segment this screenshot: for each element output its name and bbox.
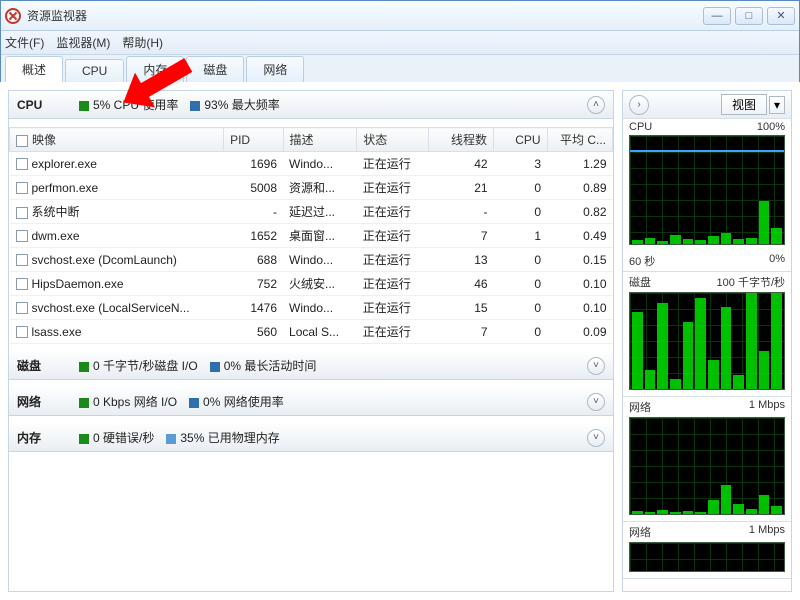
expand-icon[interactable]: ˅	[587, 357, 605, 375]
graph-canvas	[629, 417, 785, 515]
cpu-usage-indicator: 5% CPU 使用率	[79, 96, 178, 113]
checkbox-icon[interactable]	[16, 326, 28, 338]
table-row[interactable]: svchost.exe (LocalServiceN...1476Windo..…	[10, 296, 613, 320]
disk-activity-indicator: 0% 最长活动时间	[210, 357, 317, 374]
tab-cpu[interactable]: CPU	[65, 59, 124, 82]
square-icon	[79, 101, 89, 111]
network-section-title: 网络	[17, 393, 67, 410]
menu-help[interactable]: 帮助(H)	[122, 34, 163, 51]
square-icon	[79, 434, 89, 444]
graph-label: 磁盘	[629, 274, 651, 290]
window-title: 资源监视器	[27, 7, 87, 24]
graph-label: 网络	[629, 524, 651, 540]
window-titlebar: 资源监视器 — □ ✕	[1, 1, 799, 31]
network-io-indicator: 0 Kbps 网络 I/O	[79, 393, 177, 410]
left-column: CPU 5% CPU 使用率 93% 最大频率 ˄ 映像 PID 描述 状态 线…	[8, 90, 614, 592]
close-button[interactable]: ✕	[767, 7, 795, 25]
graph-scale: 100 千字节/秒	[717, 274, 785, 290]
checkbox-icon[interactable]	[16, 254, 28, 266]
tab-network[interactable]: 网络	[246, 56, 304, 82]
memory-physical-indicator: 35% 已用物理内存	[166, 429, 279, 446]
tab-bar: 概述 CPU 内存 磁盘 网络	[1, 55, 799, 83]
dropdown-icon[interactable]: ▾	[769, 96, 785, 114]
graph-scale: 1 Mbps	[749, 524, 785, 540]
checkbox-icon[interactable]	[16, 207, 28, 219]
graph-footer-left: 60 秒	[629, 253, 655, 269]
graphs-container: CPU 100% 60 秒 0% 磁盘 100 千字节/秒 网络 1 Mbps	[623, 119, 791, 591]
square-icon	[190, 101, 200, 111]
table-row[interactable]: dwm.exe1652桌面窗...正在运行710.49	[10, 224, 613, 248]
checkbox-icon[interactable]	[16, 182, 28, 194]
checkbox-icon[interactable]	[16, 135, 28, 147]
graph-label: 网络	[629, 399, 651, 415]
tab-disk[interactable]: 磁盘	[186, 56, 244, 82]
content-area: CPU 5% CPU 使用率 93% 最大频率 ˄ 映像 PID 描述 状态 线…	[0, 82, 800, 600]
checkbox-icon[interactable]	[16, 230, 28, 242]
graph-canvas	[629, 292, 785, 390]
memory-section-header[interactable]: 内存 0 硬错误/秒 35% 已用物理内存 ˅	[9, 424, 613, 452]
col-desc[interactable]: 描述	[283, 128, 357, 152]
col-status[interactable]: 状态	[357, 128, 428, 152]
disk-io-indicator: 0 千字节/秒磁盘 I/O	[79, 357, 198, 374]
cpu-section-header[interactable]: CPU 5% CPU 使用率 93% 最大频率 ˄	[9, 91, 613, 119]
cpu-freq-indicator: 93% 最大频率	[190, 96, 279, 113]
col-threads[interactable]: 线程数	[428, 128, 493, 152]
table-row[interactable]: HipsDaemon.exe752火绒安...正在运行4600.10	[10, 272, 613, 296]
network-section-header[interactable]: 网络 0 Kbps 网络 I/O 0% 网络使用率 ˅	[9, 388, 613, 416]
graph-canvas	[629, 135, 785, 245]
square-icon	[79, 398, 89, 408]
graph-scale: 1 Mbps	[749, 399, 785, 415]
expand-icon[interactable]: ˅	[587, 393, 605, 411]
tab-overview[interactable]: 概述	[5, 56, 63, 82]
cpu-table-wrap: 映像 PID 描述 状态 线程数 CPU 平均 C... explorer.ex…	[9, 127, 613, 344]
checkbox-icon[interactable]	[16, 278, 28, 290]
cpu-section-title: CPU	[17, 98, 67, 112]
cpu-process-table: 映像 PID 描述 状态 线程数 CPU 平均 C... explorer.ex…	[9, 127, 613, 344]
square-icon	[189, 398, 199, 408]
graph-canvas	[629, 542, 785, 572]
collapse-icon[interactable]: ˄	[587, 96, 605, 114]
table-row[interactable]: perfmon.exe5008资源和...正在运行2100.89	[10, 176, 613, 200]
window-buttons: — □ ✕	[703, 7, 795, 25]
disk-section-title: 磁盘	[17, 357, 67, 374]
col-avg[interactable]: 平均 C...	[547, 128, 612, 152]
graph-network-1: 网络 1 Mbps	[623, 397, 791, 522]
table-row[interactable]: lsass.exe560Local S...正在运行700.09	[10, 320, 613, 344]
graphs-toolbar: › 视图 ▾	[623, 91, 791, 119]
checkbox-icon[interactable]	[16, 302, 28, 314]
graph-scale: 100%	[757, 121, 785, 133]
graph-cpu: CPU 100% 60 秒 0%	[623, 119, 791, 272]
memory-hardfault-indicator: 0 硬错误/秒	[79, 429, 154, 446]
network-usage-indicator: 0% 网络使用率	[189, 393, 284, 410]
square-icon	[166, 434, 176, 444]
expand-icon[interactable]: ˅	[587, 429, 605, 447]
menu-file[interactable]: 文件(F)	[5, 34, 44, 51]
graph-label: CPU	[629, 121, 652, 133]
graph-disk: 磁盘 100 千字节/秒	[623, 272, 791, 397]
col-image[interactable]: 映像	[10, 128, 224, 152]
maximize-button[interactable]: □	[735, 7, 763, 25]
square-icon	[210, 362, 220, 372]
menu-monitor[interactable]: 监视器(M)	[56, 34, 110, 51]
square-icon	[79, 362, 89, 372]
col-pid[interactable]: PID	[224, 128, 283, 152]
view-label: 视图	[721, 94, 767, 115]
memory-section-title: 内存	[17, 429, 67, 446]
graph-network-2: 网络 1 Mbps	[623, 522, 791, 579]
graphs-nav-button[interactable]: ›	[629, 95, 649, 115]
menu-bar: 文件(F) 监视器(M) 帮助(H)	[1, 31, 799, 55]
app-icon	[5, 8, 21, 24]
disk-section-header[interactable]: 磁盘 0 千字节/秒磁盘 I/O 0% 最长活动时间 ˅	[9, 352, 613, 380]
tab-memory[interactable]: 内存	[126, 56, 184, 82]
table-row[interactable]: explorer.exe1696Windo...正在运行4231.29	[10, 152, 613, 176]
view-selector[interactable]: 视图 ▾	[721, 94, 785, 115]
minimize-button[interactable]: —	[703, 7, 731, 25]
table-row[interactable]: svchost.exe (DcomLaunch)688Windo...正在运行1…	[10, 248, 613, 272]
right-column: › 视图 ▾ CPU 100% 60 秒 0% 磁盘 100 千字节/秒	[622, 90, 792, 592]
col-cpu[interactable]: CPU	[494, 128, 548, 152]
graph-footer-right: 0%	[769, 253, 785, 269]
checkbox-icon[interactable]	[16, 158, 28, 170]
table-row[interactable]: 系统中断-延迟过...正在运行-00.82	[10, 200, 613, 224]
